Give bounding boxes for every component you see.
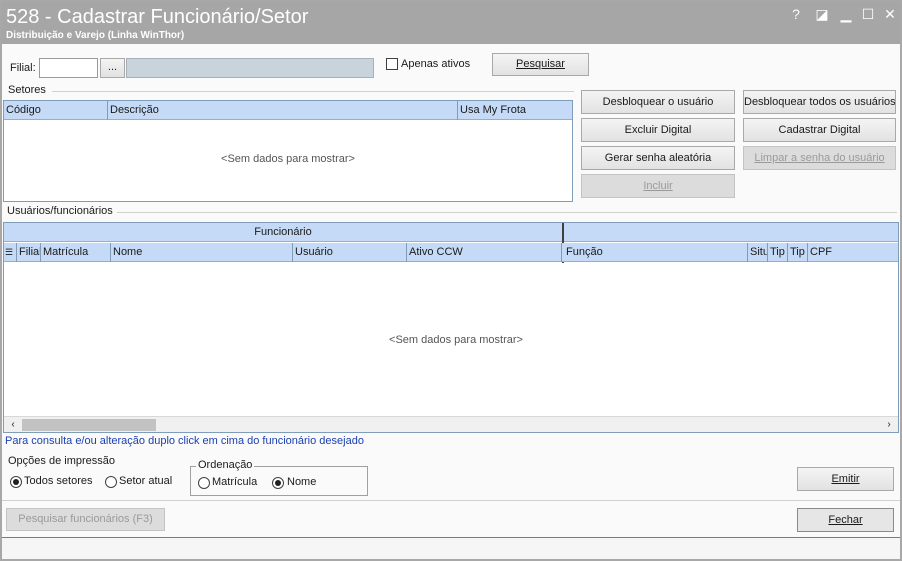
col-cpf[interactable]: CPF — [808, 243, 898, 262]
filial-input[interactable] — [39, 58, 98, 78]
col-situacao[interactable]: Situ — [748, 243, 768, 262]
usuarios-group-line — [117, 212, 897, 213]
usuarios-grid-header: ☰ Filial Matrícula Nome Usuário Ativo CC… — [4, 243, 898, 262]
emitir-label: Emitir — [831, 473, 860, 485]
window-subtitle: Distribuição e Varejo (Linha WinThor) — [6, 30, 185, 41]
excluir-digital-button[interactable]: Excluir Digital — [581, 118, 735, 142]
col-codigo[interactable]: Código — [4, 101, 108, 120]
incluir-label: Incluir — [643, 180, 673, 192]
gerar-senha-label: Gerar senha aleatória — [604, 152, 712, 164]
apenas-ativos-checkbox[interactable] — [386, 58, 398, 70]
desbloquear-todos-label: Desbloquear todos os usuários — [744, 96, 896, 108]
radio-matricula[interactable] — [198, 477, 210, 489]
filial-lookup-button[interactable]: ... — [100, 58, 125, 78]
col-funcao[interactable]: Função — [564, 243, 748, 262]
col-tipo-1[interactable]: Tip — [768, 243, 788, 262]
impressao-group-label: Opções de impressão — [8, 455, 115, 467]
pesquisar-funcionarios-label: Pesquisar funcionários (F3) — [18, 513, 153, 525]
excluir-digital-label: Excluir Digital — [624, 124, 692, 136]
setores-grid[interactable]: Código Descrição Usa My Frota <Sem dados… — [3, 100, 573, 202]
gerar-senha-button[interactable]: Gerar senha aleatória — [581, 146, 735, 170]
fechar-label: Fechar — [828, 514, 863, 526]
setores-group-label: Setores — [8, 84, 46, 96]
setor-atual-label: Setor atual — [119, 475, 173, 487]
radio-setor-atual[interactable] — [105, 476, 117, 488]
close-icon[interactable]: ✕ — [880, 5, 900, 23]
pesquisar-funcionarios-button[interactable]: Pesquisar funcionários (F3) — [6, 508, 165, 531]
scroll-left-icon[interactable]: ‹ — [6, 418, 20, 432]
horizontal-scrollbar[interactable]: ‹ › — [4, 416, 898, 432]
main-window: 528 - Cadastrar Funcionário/Setor Distri… — [0, 0, 902, 561]
footer-divider — [2, 500, 900, 501]
desbloquear-todos-button[interactable]: Desbloquear todos os usuários — [743, 90, 896, 114]
radio-nome[interactable] — [272, 477, 284, 489]
col-usuario[interactable]: Usuário — [293, 243, 407, 262]
setores-grid-header: Código Descrição Usa My Frota — [4, 101, 572, 120]
apenas-ativos-label: Apenas ativos — [401, 58, 471, 70]
col-matricula[interactable]: Matrícula — [41, 243, 111, 262]
pesquisar-button[interactable]: Pesquisar — [492, 53, 589, 76]
scrollbar-thumb[interactable] — [22, 419, 156, 431]
usuarios-group-label: Usuários/funcionários — [7, 205, 113, 217]
desbloquear-usuario-button[interactable]: Desbloquear o usuário — [581, 90, 735, 114]
title-bar: 528 - Cadastrar Funcionário/Setor Distri… — [2, 2, 900, 44]
col-nome[interactable]: Nome — [111, 243, 293, 262]
filial-name-field — [126, 58, 374, 78]
matricula-label: Matrícula — [212, 476, 258, 488]
todos-setores-label: Todos setores — [24, 475, 93, 487]
column-chooser-icon[interactable]: ☰ — [4, 243, 17, 262]
fechar-button[interactable]: Fechar — [797, 508, 894, 532]
edit-window-icon[interactable]: ◪ — [812, 5, 832, 23]
nome-label: Nome — [287, 476, 317, 488]
emitir-button[interactable]: Emitir — [797, 467, 894, 491]
setores-empty-message: <Sem dados para mostrar> — [221, 153, 355, 165]
col-ativo-ccw[interactable]: Ativo CCW — [407, 243, 562, 262]
filial-label: Filial: — [10, 62, 36, 74]
limpar-senha-button[interactable]: Limpar a senha do usuário — [743, 146, 896, 170]
maximize-icon[interactable]: ☐ — [858, 5, 878, 23]
radio-todos-setores[interactable] — [10, 476, 22, 488]
cadastrar-digital-label: Cadastrar Digital — [778, 124, 861, 136]
usuarios-empty-message: <Sem dados para mostrar> — [389, 334, 523, 346]
ordenacao-label: Ordenação — [196, 459, 255, 471]
window-title: 528 - Cadastrar Funcionário/Setor — [6, 6, 309, 28]
help-icon[interactable]: ? — [786, 5, 806, 23]
scroll-right-icon[interactable]: › — [882, 418, 896, 432]
col-usa-my-frota[interactable]: Usa My Frota — [458, 101, 572, 120]
band-right[interactable] — [564, 223, 898, 242]
col-filial[interactable]: Filial — [17, 243, 41, 262]
status-bar — [2, 537, 900, 559]
pesquisar-label: Pesquisar — [516, 58, 565, 70]
col-tipo-2[interactable]: Tip — [788, 243, 808, 262]
cadastrar-digital-button[interactable]: Cadastrar Digital — [743, 118, 896, 142]
minimize-icon[interactable]: ▁ — [836, 5, 856, 23]
desbloquear-usuario-label: Desbloquear o usuário — [602, 96, 714, 108]
col-descricao[interactable]: Descrição — [108, 101, 458, 120]
usuarios-hint: Para consulta e/ou alteração duplo click… — [5, 435, 364, 447]
usuarios-grid[interactable]: Funcionário ☰ Filial Matrícula Nome Usuá… — [3, 222, 899, 433]
setores-group-line — [52, 91, 574, 92]
incluir-button[interactable]: Incluir — [581, 174, 735, 198]
limpar-senha-label: Limpar a senha do usuário — [754, 152, 885, 164]
band-funcionario[interactable]: Funcionário — [4, 223, 562, 242]
